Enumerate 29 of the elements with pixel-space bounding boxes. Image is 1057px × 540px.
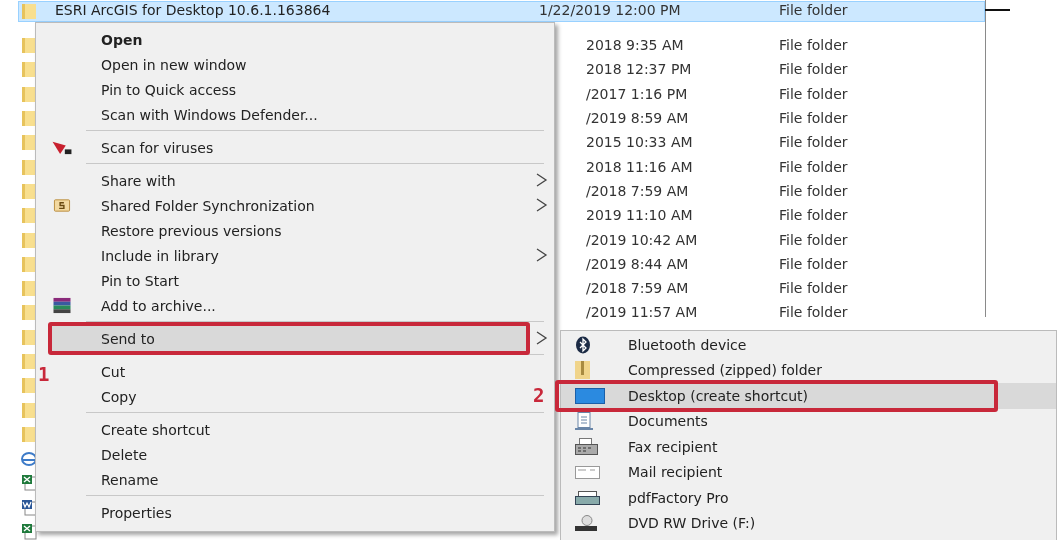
date-modified: 1/22/2019 12:00 PM: [539, 2, 682, 18]
file-type: File folder: [779, 182, 848, 199]
step-number: 1: [38, 363, 50, 385]
date-modified: 2018 12:37 PM: [585, 61, 693, 78]
step-number: 2: [533, 384, 545, 406]
file-type: File folder: [779, 231, 848, 248]
file-type: File folder: [779, 85, 848, 102]
date-modified: /2018 7:59 AM: [585, 280, 690, 297]
file-type: File folder: [779, 255, 848, 272]
file-type: File folder: [779, 134, 848, 151]
date-modified: /2019 8:59 AM: [585, 110, 690, 127]
date-modified: /2019 8:44 AM: [585, 255, 690, 272]
file-type: File folder: [779, 158, 848, 175]
file-name: ESRI ArcGIS for Desktop 10.6.1.163864: [54, 2, 332, 18]
file-type: File folder: [779, 304, 848, 321]
file-type: File folder: [779, 37, 848, 54]
date-modified: /2017 1:16 PM: [585, 85, 689, 102]
date-modified: /2018 7:59 AM: [585, 182, 690, 199]
file-type: File folder: [779, 280, 848, 297]
file-type: File folder: [779, 2, 848, 18]
date-modified: 2019 11:10 AM: [585, 207, 694, 224]
file-type: File folder: [779, 207, 848, 224]
date-modified: 2018 9:35 AM: [585, 37, 685, 54]
date-modified: 2015 10:33 AM: [585, 134, 694, 151]
date-modified: 2018 11:16 AM: [585, 158, 694, 175]
file-type: File folder: [779, 61, 848, 78]
file-type: File folder: [779, 110, 848, 127]
date-modified: /2019 11:57 AM: [585, 304, 699, 321]
date-modified: /2019 10:42 AM: [585, 231, 699, 248]
